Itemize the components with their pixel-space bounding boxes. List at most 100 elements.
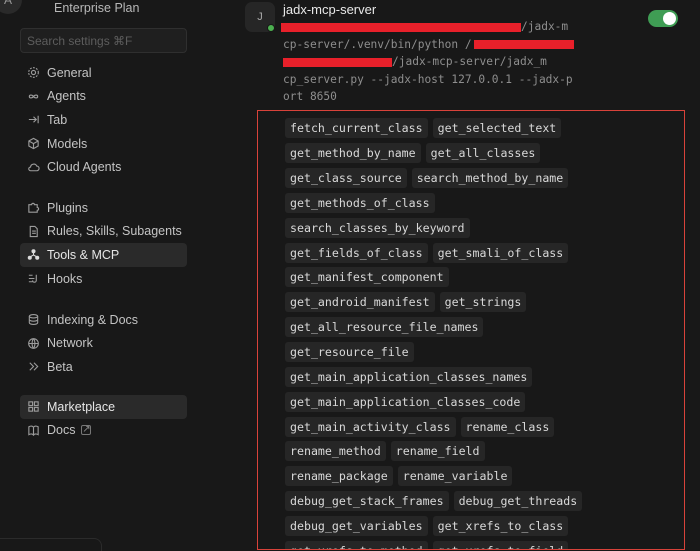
tool-chip[interactable]: search_classes_by_keyword	[285, 217, 470, 238]
tool-chip[interactable]: get_main_application_classes_code	[285, 391, 526, 412]
command-line: cp_server.py --jadx-host 127.0.0.1 --jad…	[283, 71, 583, 89]
sidebar-item-label: General	[47, 65, 92, 80]
status-dot	[267, 24, 275, 32]
tool-chip[interactable]: rename_method	[285, 441, 386, 462]
sidebar-item-docs[interactable]: Docs ↗	[20, 419, 187, 443]
command-text: /jadx-m	[521, 20, 569, 33]
tool-row: rename_package rename_variable	[285, 464, 680, 489]
settings-sidebar: A Enterprise Plan General Agents Tab Mod…	[0, 0, 234, 551]
tool-row: search_classes_by_keyword	[285, 215, 680, 240]
tool-row: get_methods_of_class	[285, 191, 680, 216]
sidebar-item-label: Models	[47, 136, 88, 151]
sidebar-item-agents[interactable]: Agents	[20, 85, 187, 109]
sidebar-item-plugins[interactable]: Plugins	[20, 196, 187, 220]
external-link-icon: ↗	[81, 424, 92, 436]
toggle-knob	[663, 12, 676, 25]
sidebar-item-tab[interactable]: Tab	[20, 108, 187, 132]
sidebar-item-rules[interactable]: Rules, Skills, Subagents	[20, 220, 187, 244]
tool-chip[interactable]: get_manifest_component	[285, 267, 449, 288]
tool-chip[interactable]: get_all_resource_file_names	[285, 317, 484, 338]
sidebar-item-network[interactable]: Network	[20, 332, 187, 356]
sidebar-item-marketplace[interactable]: Marketplace	[20, 395, 187, 419]
tool-chip[interactable]: rename_class	[460, 416, 555, 437]
tool-chip[interactable]: rename_variable	[397, 466, 513, 487]
tool-chip[interactable]: get_class_source	[285, 168, 407, 189]
tool-row: rename_method rename_field	[285, 439, 680, 464]
server-enable-toggle[interactable]	[648, 10, 678, 27]
tool-chip[interactable]: get_resource_file	[285, 342, 414, 363]
command-text: cp_server.py --jadx-host 127.0.0.1 --jad…	[283, 72, 573, 86]
command-line: ort 8650	[283, 88, 583, 106]
tool-chip[interactable]: debug_get_threads	[453, 491, 583, 512]
tool-row: get_android_manifest get_strings	[285, 290, 680, 315]
tool-row: get_manifest_component	[285, 265, 680, 290]
book-icon	[26, 423, 40, 437]
tool-chip[interactable]: get_all_classes	[425, 143, 541, 164]
tool-chip[interactable]: get_selected_text	[432, 118, 562, 139]
nav-group-data: Indexing & Docs Network Beta	[20, 308, 187, 379]
nav-group-extensions: Plugins Rules, Skills, Subagents Tools &…	[20, 196, 187, 290]
redaction-bar	[281, 22, 521, 32]
redaction-bar	[473, 40, 574, 49]
cube-icon	[26, 137, 40, 151]
tool-chip[interactable]: get_strings	[439, 292, 527, 313]
tool-row: fetch_current_class get_selected_text	[285, 116, 680, 141]
tool-chip[interactable]: get_xrefs_to_field	[432, 540, 569, 549]
database-icon	[26, 313, 40, 327]
sidebar-item-label: Rules, Skills, Subagents	[47, 224, 182, 239]
tool-row: debug_get_stack_frames debug_get_threads	[285, 489, 680, 514]
tool-chip[interactable]: get_smali_of_class	[432, 242, 569, 263]
settings-search-input[interactable]	[20, 28, 187, 53]
command-line: cp-server/.venv/bin/python /	[283, 36, 583, 54]
tool-row: get_class_source search_method_by_name	[285, 166, 680, 191]
sidebar-item-hooks[interactable]: Hooks	[20, 267, 187, 291]
tools-list: fetch_current_class get_selected_text ge…	[285, 116, 680, 549]
puzzle-icon	[26, 201, 40, 215]
sidebar-item-label: Docs	[47, 423, 76, 438]
tool-chip[interactable]: rename_package	[285, 466, 393, 487]
command-text: cp-server/.venv/bin/python /	[283, 37, 472, 51]
redaction-bar	[283, 57, 392, 67]
sidebar-item-label: Hooks	[47, 271, 83, 286]
tool-chip[interactable]: debug_get_variables	[285, 515, 428, 536]
gear-icon	[26, 66, 40, 80]
sidebar-item-tools-mcp[interactable]: Tools & MCP	[20, 243, 187, 267]
tool-chip[interactable]: get_method_by_name	[285, 143, 421, 164]
sidebar-item-label: Cloud Agents	[47, 160, 122, 175]
sidebar-item-beta[interactable]: Beta	[20, 355, 187, 379]
hook-icon	[26, 272, 40, 286]
tool-chip[interactable]: get_fields_of_class	[285, 242, 428, 263]
tool-chip[interactable]: get_main_application_classes_names	[285, 366, 533, 387]
server-name: jadx-mcp-server	[283, 2, 377, 17]
tool-chip[interactable]: debug_get_stack_frames	[285, 491, 449, 512]
tool-chip[interactable]: rename_field	[390, 441, 485, 462]
tool-chip[interactable]: fetch_current_class	[285, 118, 428, 139]
bottom-panel-edge	[0, 538, 102, 551]
command-text: /jadx-mcp-server/jadx_m	[392, 55, 547, 68]
sidebar-item-label: Plugins	[47, 200, 88, 215]
tool-row: get_method_by_name get_all_classes	[285, 141, 680, 166]
sidebar-item-label: Network	[47, 336, 93, 351]
tool-chip[interactable]: get_xrefs_to_class	[432, 515, 569, 536]
sidebar-item-models[interactable]: Models	[20, 132, 187, 156]
tool-chip[interactable]: get_xrefs_to_method	[285, 540, 428, 549]
mcp-server-panel: J jadx-mcp-server /jadx-m cp-server/.ven…	[234, 0, 700, 551]
command-text: ort 8650	[283, 90, 337, 103]
nodes-icon	[26, 248, 40, 262]
tool-chip[interactable]: get_methods_of_class	[285, 192, 435, 213]
globe-icon	[26, 336, 40, 350]
avatar[interactable]: A	[0, 0, 22, 14]
sidebar-item-label: Indexing & Docs	[47, 312, 139, 327]
tool-chip[interactable]: get_main_activity_class	[285, 416, 456, 437]
tool-row: get_main_activity_class rename_class	[285, 414, 680, 439]
tool-chip[interactable]: get_android_manifest	[285, 292, 435, 313]
sidebar-item-indexing-docs[interactable]: Indexing & Docs	[20, 308, 187, 332]
tool-row: get_main_application_classes_code	[285, 389, 680, 414]
tool-row: debug_get_variables get_xrefs_to_class	[285, 514, 680, 539]
sidebar-item-general[interactable]: General	[20, 61, 187, 85]
sidebar-item-cloud-agents[interactable]: Cloud Agents	[20, 155, 187, 179]
tool-chip[interactable]: search_method_by_name	[411, 168, 569, 189]
grid-icon	[26, 400, 40, 414]
sidebar-item-label: Beta	[47, 359, 73, 374]
nav-group-general: General Agents Tab Models Cloud Agents	[20, 61, 187, 179]
